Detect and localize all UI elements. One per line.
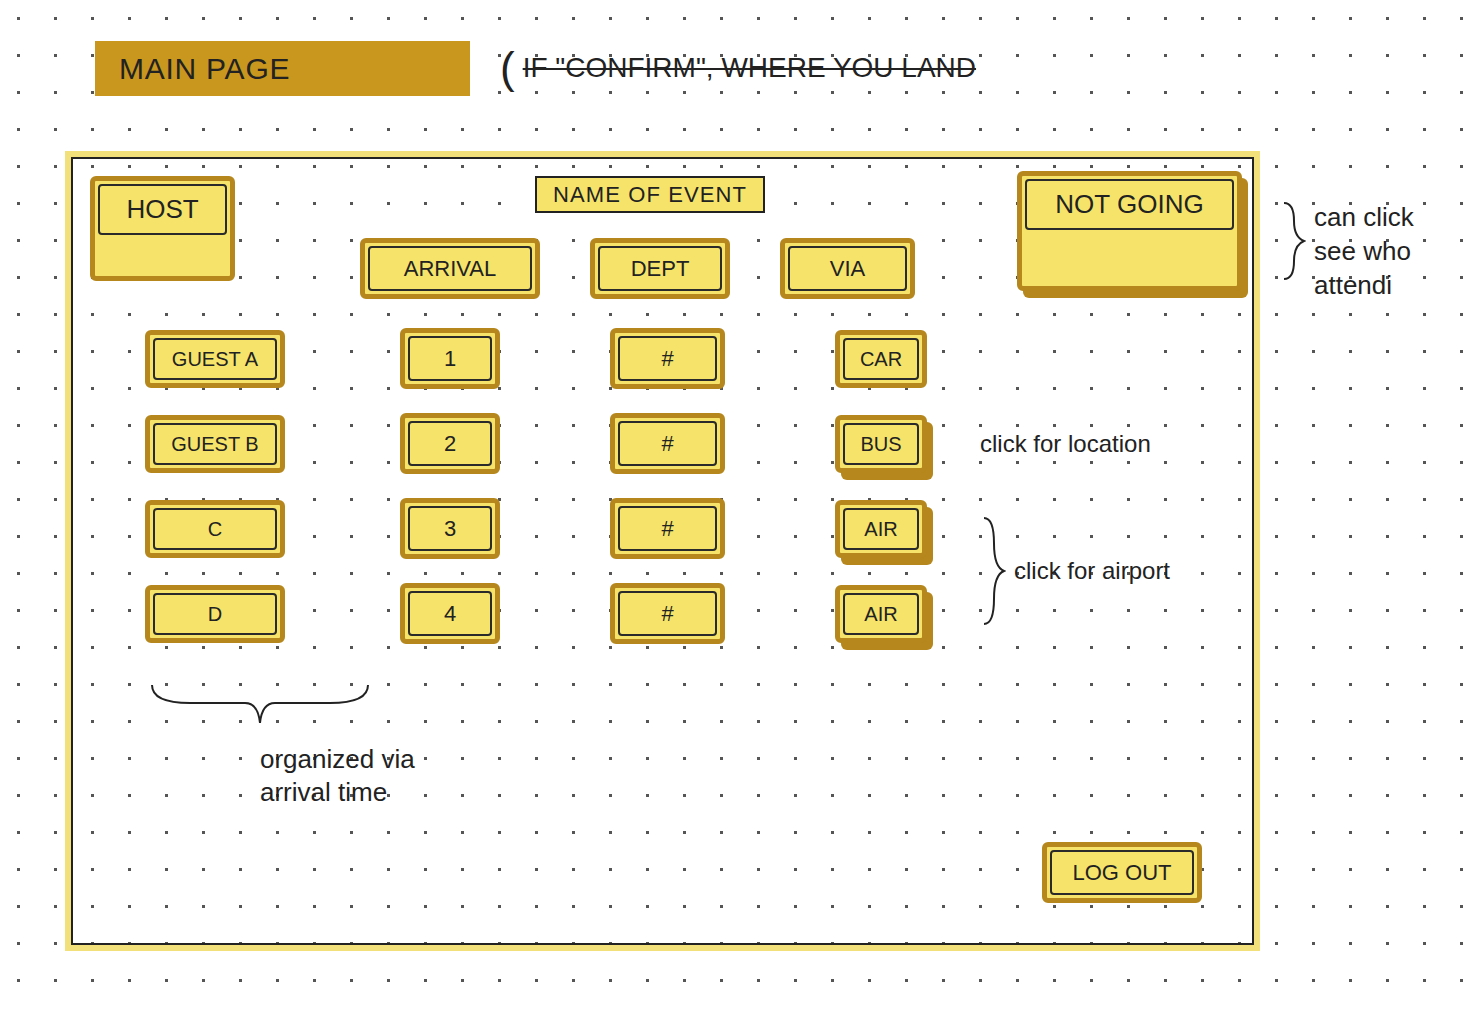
via-cell: CAR [835, 330, 927, 388]
sketch-page: MAIN PAGE (IF "CONFIRM", WHERE YOU LAND HO… [0, 0, 1474, 1014]
via-cell[interactable]: AIR [835, 500, 927, 558]
guest-cell: GUEST A [145, 330, 285, 388]
page-title: MAIN PAGE [95, 41, 470, 96]
dept-cell: # [610, 498, 725, 559]
brace-icon [980, 516, 1006, 626]
arrival-cell: 2 [400, 413, 500, 474]
via-note: click for airport [980, 516, 1242, 626]
guest-cell: GUEST B [145, 415, 285, 473]
dept-cell: # [610, 413, 725, 474]
via-cell[interactable]: AIR [835, 585, 927, 643]
logout-button[interactable]: LOG OUT [1042, 842, 1202, 903]
dept-cell: # [610, 583, 725, 644]
via-note: click for location [980, 426, 1242, 462]
main-frame: HOST NAME OF EVENT NOT GOING ARRIVAL DEPT VIA… [65, 151, 1260, 951]
page-note: (IF "CONFIRM", WHERE YOU LAND [500, 35, 976, 101]
brace-icon [1280, 201, 1306, 281]
brace-icon [150, 681, 370, 725]
via-cell[interactable]: BUS [835, 415, 927, 473]
arrival-cell: 4 [400, 583, 500, 644]
guest-cell: C [145, 500, 285, 558]
dept-cell: # [610, 328, 725, 389]
column-header: ARRIVAL [360, 238, 540, 299]
column-header: DEPT [590, 238, 730, 299]
guest-cell: D [145, 585, 285, 643]
not-going-note: can clicksee whoattendi [1260, 151, 1414, 951]
page-header: MAIN PAGE (IF "CONFIRM", WHERE YOU LAND [0, 0, 1474, 101]
column-header: VIA [780, 238, 915, 299]
sort-note: organized viaarrival time [150, 681, 580, 808]
arrival-cell: 1 [400, 328, 500, 389]
host-button[interactable]: HOST [90, 176, 235, 281]
not-going-button[interactable]: NOT GOING [1017, 171, 1242, 291]
arrival-cell: 3 [400, 498, 500, 559]
event-name: NAME OF EVENT [535, 176, 765, 213]
